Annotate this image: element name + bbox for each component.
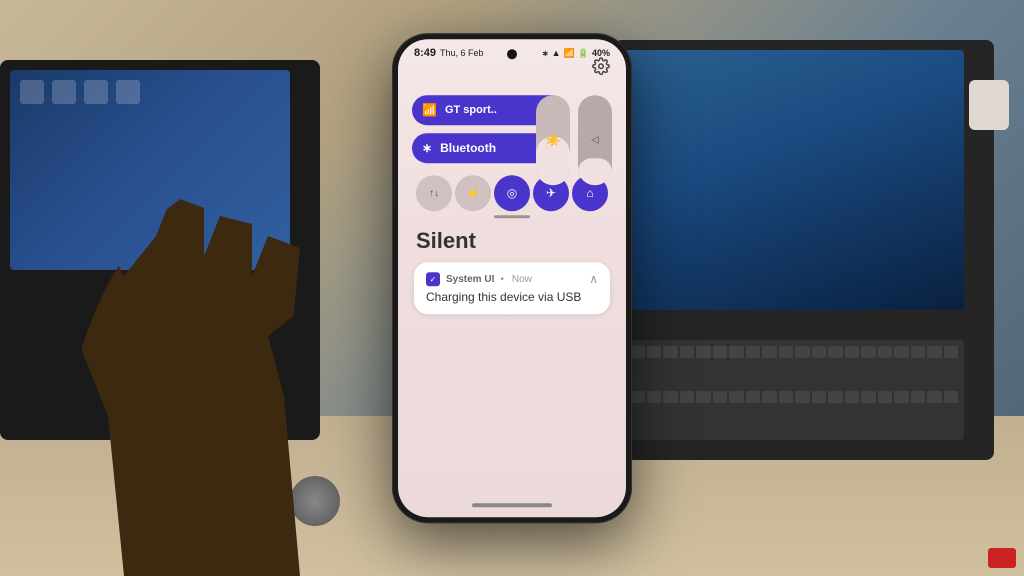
phone-container: 8:49 Thu, 6 Feb ∗ ▲ 📶 🔋 40% (392, 33, 632, 523)
home-indicator[interactable] (472, 503, 552, 507)
bluetooth-icon: ∗ (422, 141, 432, 155)
desk-round-item (290, 476, 340, 526)
laptop-keyboard (624, 340, 964, 440)
notification-message: Charging this device via USB (426, 290, 598, 304)
bluetooth-status-icon: ∗ (542, 49, 549, 58)
notification-expand-button[interactable]: ∧ (589, 272, 598, 286)
volume-slider[interactable]: ◁ (578, 95, 612, 185)
app-icon-symbol: ✓ (430, 275, 437, 284)
location-icon: ◎ (507, 186, 517, 200)
wall-outlet (969, 80, 1009, 130)
wifi-icon: 📶 (422, 103, 437, 117)
notification-app-name: System UI (446, 274, 494, 285)
airplane-icon: ✈ (546, 186, 556, 200)
battery-icon: 🔋 (578, 48, 589, 59)
status-date: Thu, 6 Feb (440, 48, 484, 58)
brightness-icon: ☀️ (546, 133, 561, 147)
wifi-status-icon: 📶 (564, 48, 575, 59)
home-icon: ⌂ (586, 186, 593, 200)
notification-header: ✓ System UI • Now ∧ (426, 272, 598, 286)
volume-icon: ◁ (591, 135, 599, 146)
mobile-data-icon: ↑↓ (429, 188, 439, 199)
drag-indicator (494, 215, 530, 218)
signal-icon: ▲ (552, 48, 561, 58)
wifi-tile-label: GT sport.. (445, 104, 542, 116)
flashlight-icon: ⚡ (466, 186, 481, 200)
notification-dot: • (500, 274, 504, 285)
bluetooth-tile-label: Bluetooth (440, 141, 542, 155)
laptop-right (614, 40, 994, 460)
brightness-slider[interactable]: ☀️ (536, 95, 570, 185)
phone-body: 8:49 Thu, 6 Feb ∗ ▲ 📶 🔋 40% (392, 33, 632, 523)
volume-thumb (578, 158, 612, 185)
laptop-right-screen (624, 50, 964, 310)
status-time: 8:49 (414, 47, 436, 59)
mobile-data-toggle[interactable]: ↑↓ (416, 175, 452, 211)
mode-label: Silent (412, 226, 612, 262)
camera-notch (507, 49, 517, 59)
notification-card[interactable]: ✓ System UI • Now ∧ Charging this device… (414, 262, 610, 314)
notification-time: Now (512, 274, 532, 285)
brand-logo (988, 548, 1016, 568)
flashlight-toggle[interactable]: ⚡ (455, 175, 491, 211)
phone-screen: 8:49 Thu, 6 Feb ∗ ▲ 📶 🔋 40% (398, 39, 626, 517)
notification-app-icon: ✓ (426, 272, 440, 286)
quick-settings-panel: ☀️ ◁ 📶 GT sport.. › ∗ Bl (398, 63, 626, 324)
location-toggle[interactable]: ◎ (494, 175, 530, 211)
sliders-row: ☀️ ◁ (536, 95, 612, 185)
settings-button[interactable] (592, 57, 610, 80)
